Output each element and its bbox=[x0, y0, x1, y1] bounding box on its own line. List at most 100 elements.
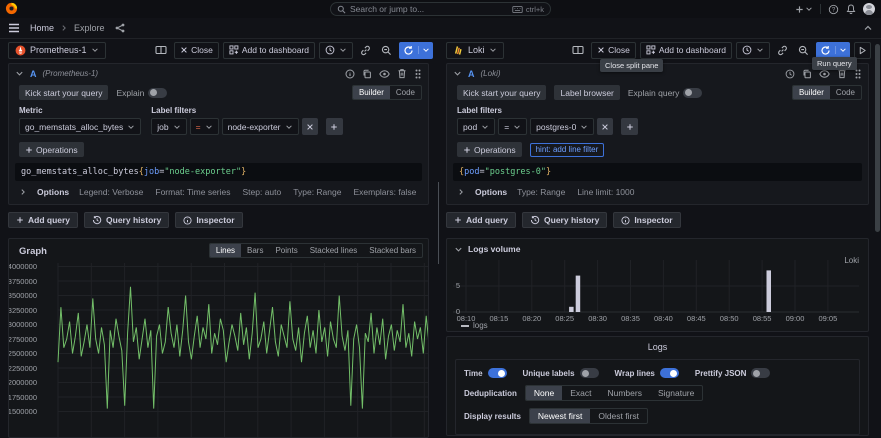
inspector-button[interactable]: Inspector bbox=[175, 212, 243, 228]
time-picker-button[interactable] bbox=[736, 41, 770, 59]
help-icon[interactable] bbox=[828, 4, 839, 15]
remove-query-trash-icon[interactable] bbox=[397, 68, 407, 79]
dedup-numbers[interactable]: Numbers bbox=[599, 386, 649, 400]
pane-resize-divider[interactable] bbox=[437, 40, 441, 418]
add-to-dashboard-button[interactable]: Add to dashboard bbox=[639, 41, 732, 59]
logs-volume-chart[interactable]: Loki 5 0 08:10 08:15 08:20 08:25 08:30 08:35 08:… bbox=[447, 256, 868, 323]
duplicate-query-icon[interactable] bbox=[362, 69, 372, 79]
remove-filter-button[interactable] bbox=[597, 118, 614, 135]
query-ref-id[interactable]: A bbox=[468, 69, 475, 79]
notifications-bell-icon[interactable] bbox=[846, 4, 856, 14]
zoom-out-button[interactable] bbox=[378, 42, 395, 59]
y-axis-label: 3750000 bbox=[8, 276, 37, 286]
toggle-switch[interactable] bbox=[751, 368, 771, 378]
dedup-signature[interactable]: Signature bbox=[650, 386, 702, 400]
copy-link-button[interactable] bbox=[774, 42, 791, 59]
kick-start-query-button[interactable]: Kick start your query bbox=[19, 85, 109, 100]
filter-key-select[interactable]: pod bbox=[457, 118, 496, 135]
operations-button[interactable]: Operations bbox=[457, 142, 522, 157]
dedup-none[interactable]: None bbox=[525, 386, 563, 400]
profile-avatar[interactable] bbox=[863, 3, 875, 15]
add-query-button[interactable]: Add query bbox=[446, 212, 517, 228]
explain-toggle[interactable] bbox=[148, 87, 168, 98]
close-pane-button[interactable]: Close bbox=[174, 41, 219, 59]
options-label[interactable]: Options bbox=[37, 187, 69, 197]
zoom-out-button[interactable] bbox=[795, 42, 812, 59]
graph-mode-bars[interactable]: Bars bbox=[241, 244, 269, 257]
query-history-button[interactable]: Query history bbox=[522, 212, 608, 228]
builder-tab[interactable]: Builder bbox=[352, 86, 390, 99]
run-query-button-right[interactable] bbox=[816, 41, 850, 59]
query-info-icon[interactable] bbox=[785, 69, 795, 79]
add-filter-button[interactable] bbox=[325, 118, 343, 135]
filter-op-select[interactable]: = bbox=[498, 118, 528, 135]
operations-button[interactable]: Operations bbox=[19, 142, 84, 157]
query-info-icon[interactable] bbox=[345, 69, 355, 79]
toggle-switch[interactable] bbox=[579, 368, 599, 378]
search-input[interactable]: Search or jump to... ctrl+k bbox=[330, 2, 551, 16]
filter-op-select[interactable]: = bbox=[189, 118, 219, 135]
explain-toggle[interactable] bbox=[683, 87, 703, 98]
run-query-button-left[interactable] bbox=[399, 41, 433, 59]
add-to-dashboard-button[interactable]: Add to dashboard bbox=[222, 41, 315, 59]
options-expand-chevron[interactable] bbox=[457, 188, 465, 196]
query-history-button[interactable]: Query history bbox=[84, 212, 170, 228]
code-tab[interactable]: Code bbox=[390, 86, 421, 99]
copy-link-button[interactable] bbox=[357, 42, 374, 59]
logs-volume-bar[interactable] bbox=[575, 275, 581, 312]
inspector-button[interactable]: Inspector bbox=[613, 212, 681, 228]
collapse-chevron-up-icon[interactable] bbox=[863, 23, 873, 33]
label-browser-button[interactable]: Label browser bbox=[554, 85, 620, 100]
zoom-out-icon bbox=[381, 45, 392, 56]
metric-select[interactable]: go_memstats_alloc_bytes bbox=[19, 118, 142, 135]
search-placeholder: Search or jump to... bbox=[350, 4, 425, 14]
graph-mode-stacked-bars[interactable]: Stacked bars bbox=[363, 244, 422, 257]
display-oldest-first[interactable]: Oldest first bbox=[590, 409, 647, 423]
grafana-logo-icon[interactable] bbox=[5, 2, 18, 15]
options-label[interactable]: Options bbox=[475, 187, 507, 197]
split-pane-button[interactable] bbox=[569, 42, 587, 59]
add-filter-button[interactable] bbox=[621, 118, 639, 135]
toggle-visibility-eye-icon[interactable] bbox=[379, 70, 390, 78]
menu-hamburger-icon[interactable] bbox=[8, 22, 20, 34]
time-picker-button[interactable] bbox=[319, 41, 353, 59]
query-ref-id[interactable]: A bbox=[30, 69, 37, 79]
options-expand-chevron[interactable] bbox=[19, 188, 27, 196]
collapse-query-chevron[interactable] bbox=[15, 69, 24, 78]
timeseries-chart[interactable] bbox=[57, 263, 429, 438]
close-pane-button[interactable]: Close bbox=[591, 41, 636, 59]
breadcrumb-home[interactable]: Home bbox=[30, 23, 54, 33]
drag-handle-grip-icon[interactable] bbox=[414, 68, 422, 80]
filter-value-select[interactable]: postgres-0 bbox=[530, 118, 595, 135]
datasource-picker-left[interactable]: Prometheus-1 bbox=[8, 41, 106, 59]
live-tail-play-button[interactable] bbox=[854, 41, 871, 59]
share-icon[interactable] bbox=[115, 23, 125, 33]
graph-mode-stacked-lines[interactable]: Stacked lines bbox=[304, 244, 364, 257]
new-menu-button[interactable] bbox=[795, 5, 813, 14]
breadcrumb-current[interactable]: Explore bbox=[74, 23, 105, 33]
logs-volume-bar[interactable] bbox=[766, 270, 772, 312]
collapse-section-chevron[interactable] bbox=[454, 245, 463, 254]
duplicate-query-icon[interactable] bbox=[802, 69, 812, 79]
graph-mode-points[interactable]: Points bbox=[269, 244, 303, 257]
filter-key-select[interactable]: job bbox=[151, 118, 187, 135]
toggle-switch[interactable] bbox=[659, 368, 679, 378]
filter-value-select[interactable]: node-exporter bbox=[221, 118, 299, 135]
collapse-query-chevron[interactable] bbox=[453, 69, 462, 78]
dedup-exact[interactable]: Exact bbox=[562, 386, 599, 400]
page-scrollbar[interactable] bbox=[875, 40, 880, 418]
hint-add-line-filter[interactable]: hint: add line filter bbox=[529, 142, 605, 157]
split-pane-button[interactable] bbox=[152, 42, 170, 59]
kick-start-query-button[interactable]: Kick start your query bbox=[457, 85, 547, 100]
builder-tab[interactable]: Builder bbox=[792, 86, 830, 99]
add-query-button[interactable]: Add query bbox=[8, 212, 79, 228]
remove-filter-button[interactable] bbox=[301, 118, 318, 135]
display-newest-first[interactable]: Newest first bbox=[529, 409, 591, 423]
graph-mode-lines[interactable]: Lines bbox=[209, 244, 242, 257]
logs-volume-bar[interactable] bbox=[569, 306, 574, 312]
toggle-switch[interactable] bbox=[487, 368, 507, 378]
datasource-picker-right[interactable]: Loki bbox=[446, 41, 504, 59]
code-tab[interactable]: Code bbox=[830, 86, 861, 99]
toggle-visibility-eye-icon[interactable] bbox=[819, 70, 830, 78]
toggle-time: Time bbox=[464, 368, 507, 378]
